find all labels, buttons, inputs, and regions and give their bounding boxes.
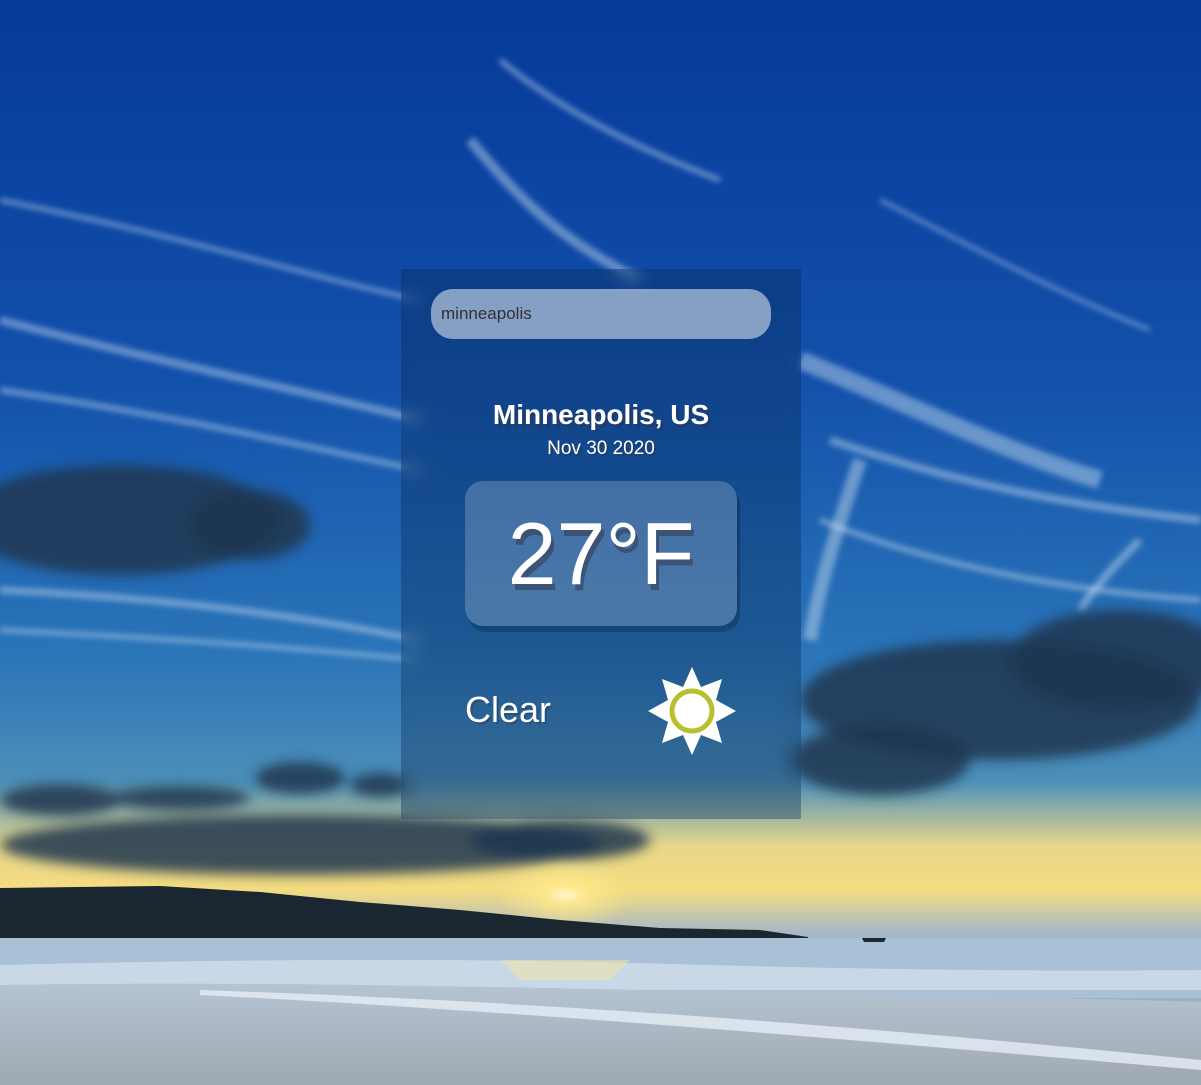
weather-condition: Clear — [465, 689, 552, 730]
location-name: Minneapolis, US — [492, 399, 710, 430]
location-date: Nov 30 2020 — [547, 438, 655, 459]
weather-card: Minneapolis, US Nov 30 2020 27°F Clear — [401, 269, 801, 819]
search-input[interactable] — [431, 289, 771, 339]
search-box — [431, 289, 771, 339]
temperature-box: 27°F — [465, 481, 737, 626]
sun-icon — [648, 667, 736, 755]
temperature-value: 27°F — [507, 503, 695, 603]
